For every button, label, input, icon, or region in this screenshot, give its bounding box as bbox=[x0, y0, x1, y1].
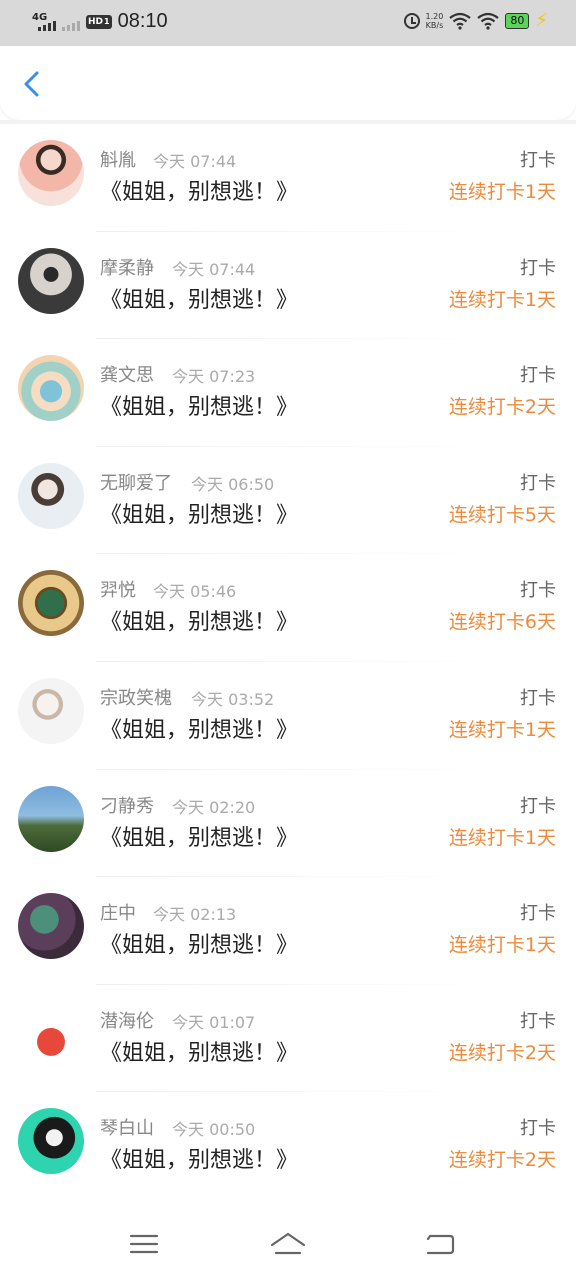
list-item[interactable]: 摩柔静 今天 07:44 《姐姐，别想逃！》 打卡 连续打卡1天 bbox=[0, 232, 576, 340]
user-name[interactable]: 羿悦 bbox=[100, 576, 136, 602]
app-header bbox=[0, 46, 576, 120]
checkin-label: 打卡 bbox=[520, 1118, 556, 1140]
checkin-label: 打卡 bbox=[520, 903, 556, 925]
avatar[interactable] bbox=[18, 893, 84, 960]
avatar[interactable] bbox=[18, 677, 84, 744]
wifi-secondary-icon bbox=[477, 12, 500, 30]
back-button[interactable] bbox=[20, 70, 44, 98]
list-item[interactable]: 宗政笑槐 今天 03:52 《姐姐，别想逃！》 打卡 连续打卡1天 bbox=[0, 662, 576, 770]
list-item[interactable]: 庄中 今天 02:13 《姐姐，别想逃！》 打卡 连续打卡1天 bbox=[0, 877, 576, 985]
user-name[interactable]: 庄中 bbox=[100, 899, 136, 925]
streak-label: 连续打卡2天 bbox=[448, 1041, 556, 1064]
home-button[interactable] bbox=[268, 1228, 308, 1260]
checkin-label: 打卡 bbox=[520, 795, 556, 817]
checkin-time: 今天 07:44 bbox=[172, 259, 256, 279]
back-nav-button[interactable] bbox=[420, 1228, 460, 1260]
status-right: 1.20 KB/s 80 ⚡ bbox=[403, 10, 548, 31]
checkin-time: 今天 03:52 bbox=[191, 689, 275, 709]
book-title[interactable]: 《姐姐，别想逃！》 bbox=[100, 497, 298, 529]
wifi-icon bbox=[449, 12, 472, 30]
streak-label: 连续打卡5天 bbox=[448, 503, 556, 526]
book-title[interactable]: 《姐姐，别想逃！》 bbox=[100, 389, 298, 421]
book-title[interactable]: 《姐姐，别想逃！》 bbox=[100, 820, 298, 852]
checkin-time: 今天 02:13 bbox=[153, 905, 237, 925]
signal-4g-icon: 4G bbox=[32, 11, 58, 33]
user-name[interactable]: 宗政笑槐 bbox=[100, 684, 172, 710]
checkin-time: 今天 05:46 bbox=[153, 582, 237, 602]
streak-label: 连续打卡1天 bbox=[448, 718, 556, 741]
user-name[interactable]: 琴白山 bbox=[100, 1114, 154, 1140]
list-item[interactable]: 潜海伦 今天 01:07 《姐姐，别想逃！》 打卡 连续打卡2天 bbox=[0, 985, 576, 1093]
book-title[interactable]: 《姐姐，别想逃！》 bbox=[100, 1035, 298, 1067]
hd-label: HD bbox=[88, 16, 104, 27]
checkin-time: 今天 02:20 bbox=[172, 797, 256, 817]
home-icon bbox=[270, 1232, 306, 1255]
streak-label: 连续打卡1天 bbox=[448, 934, 556, 957]
avatar[interactable] bbox=[18, 1000, 84, 1067]
speed-value: 1.20 bbox=[425, 12, 444, 21]
menu-button[interactable] bbox=[124, 1228, 164, 1260]
book-title[interactable]: 《姐姐，别想逃！》 bbox=[100, 927, 298, 959]
checkin-label: 打卡 bbox=[520, 472, 556, 494]
book-title[interactable]: 《姐姐，别想逃！》 bbox=[100, 604, 298, 636]
streak-label: 连续打卡1天 bbox=[448, 181, 556, 203]
checkin-time: 今天 07:23 bbox=[172, 367, 256, 387]
book-title[interactable]: 《姐姐，别想逃！》 bbox=[100, 174, 298, 206]
checkin-time: 今天 01:07 bbox=[172, 1012, 256, 1032]
avatar[interactable] bbox=[18, 1108, 84, 1175]
list-item[interactable]: 斛胤 今天 07:44 《姐姐，别想逃！》 打卡 连续打卡1天 bbox=[0, 124, 576, 232]
book-title[interactable]: 《姐姐，别想逃！》 bbox=[100, 1142, 298, 1174]
user-name[interactable]: 龚文思 bbox=[100, 361, 154, 387]
streak-label: 连续打卡6天 bbox=[448, 611, 556, 634]
streak-label: 连续打卡2天 bbox=[448, 1149, 556, 1172]
hd-badge: HD1 bbox=[86, 14, 112, 29]
streak-label: 连续打卡1天 bbox=[448, 288, 556, 311]
list-item[interactable]: 琴白山 今天 00:50 《姐姐，别想逃！》 打卡 连续打卡2天 bbox=[0, 1092, 576, 1200]
chevron-left-icon bbox=[24, 71, 39, 97]
status-bar: 4G HD1 08:10 1.20 KB/s 80 ⚡ bbox=[0, 0, 576, 46]
checkin-time: 今天 06:50 bbox=[191, 474, 275, 494]
checkin-label: 打卡 bbox=[520, 1010, 556, 1032]
menu-icon bbox=[129, 1234, 159, 1254]
signal-secondary-icon bbox=[58, 11, 82, 33]
streak-label: 连续打卡1天 bbox=[448, 826, 556, 849]
avatar[interactable] bbox=[18, 140, 84, 206]
system-nav-bar bbox=[0, 1208, 576, 1280]
charging-icon: ⚡ bbox=[535, 10, 548, 31]
network-speed: 1.20 KB/s bbox=[426, 12, 444, 30]
avatar[interactable] bbox=[18, 247, 84, 314]
checkin-label: 打卡 bbox=[520, 687, 556, 709]
checkin-label: 打卡 bbox=[520, 257, 556, 279]
battery-indicator: 80 bbox=[505, 13, 530, 29]
user-name[interactable]: 摩柔静 bbox=[100, 254, 154, 280]
avatar[interactable] bbox=[18, 570, 84, 637]
checkin-time: 今天 00:50 bbox=[172, 1120, 256, 1140]
checkin-list: 斛胤 今天 07:44 《姐姐，别想逃！》 打卡 连续打卡1天 摩柔静 今天 0… bbox=[0, 124, 576, 1200]
avatar[interactable] bbox=[18, 355, 84, 422]
user-name[interactable]: 刁静秀 bbox=[100, 792, 154, 818]
list-item[interactable]: 羿悦 今天 05:46 《姐姐，别想逃！》 打卡 连续打卡6天 bbox=[0, 554, 576, 662]
back-arrow-icon bbox=[426, 1234, 455, 1255]
checkin-label: 打卡 bbox=[520, 580, 556, 602]
alarm-icon bbox=[403, 13, 420, 29]
user-name[interactable]: 无聊爱了 bbox=[100, 469, 172, 495]
list-item[interactable]: 无聊爱了 今天 06:50 《姐姐，别想逃！》 打卡 连续打卡5天 bbox=[0, 447, 576, 555]
user-name[interactable]: 斛胤 bbox=[100, 146, 136, 172]
book-title[interactable]: 《姐姐，别想逃！》 bbox=[100, 712, 298, 744]
list-item[interactable]: 龚文思 今天 07:23 《姐姐，别想逃！》 打卡 连续打卡2天 bbox=[0, 339, 576, 447]
book-title[interactable]: 《姐姐，别想逃！》 bbox=[100, 282, 298, 314]
clock: 08:10 bbox=[117, 10, 168, 32]
checkin-label: 打卡 bbox=[520, 365, 556, 387]
checkin-label: 打卡 bbox=[520, 150, 556, 171]
avatar[interactable] bbox=[18, 462, 84, 529]
avatar[interactable] bbox=[18, 785, 84, 852]
hd-sub-label: 1 bbox=[104, 16, 110, 26]
streak-label: 连续打卡2天 bbox=[448, 396, 556, 419]
user-name[interactable]: 潜海伦 bbox=[100, 1007, 154, 1033]
checkin-time: 今天 07:44 bbox=[153, 152, 237, 171]
speed-unit: KB/s bbox=[425, 21, 444, 30]
list-item[interactable]: 刁静秀 今天 02:20 《姐姐，别想逃！》 打卡 连续打卡1天 bbox=[0, 770, 576, 878]
status-left: 4G HD1 08:10 bbox=[32, 10, 168, 33]
